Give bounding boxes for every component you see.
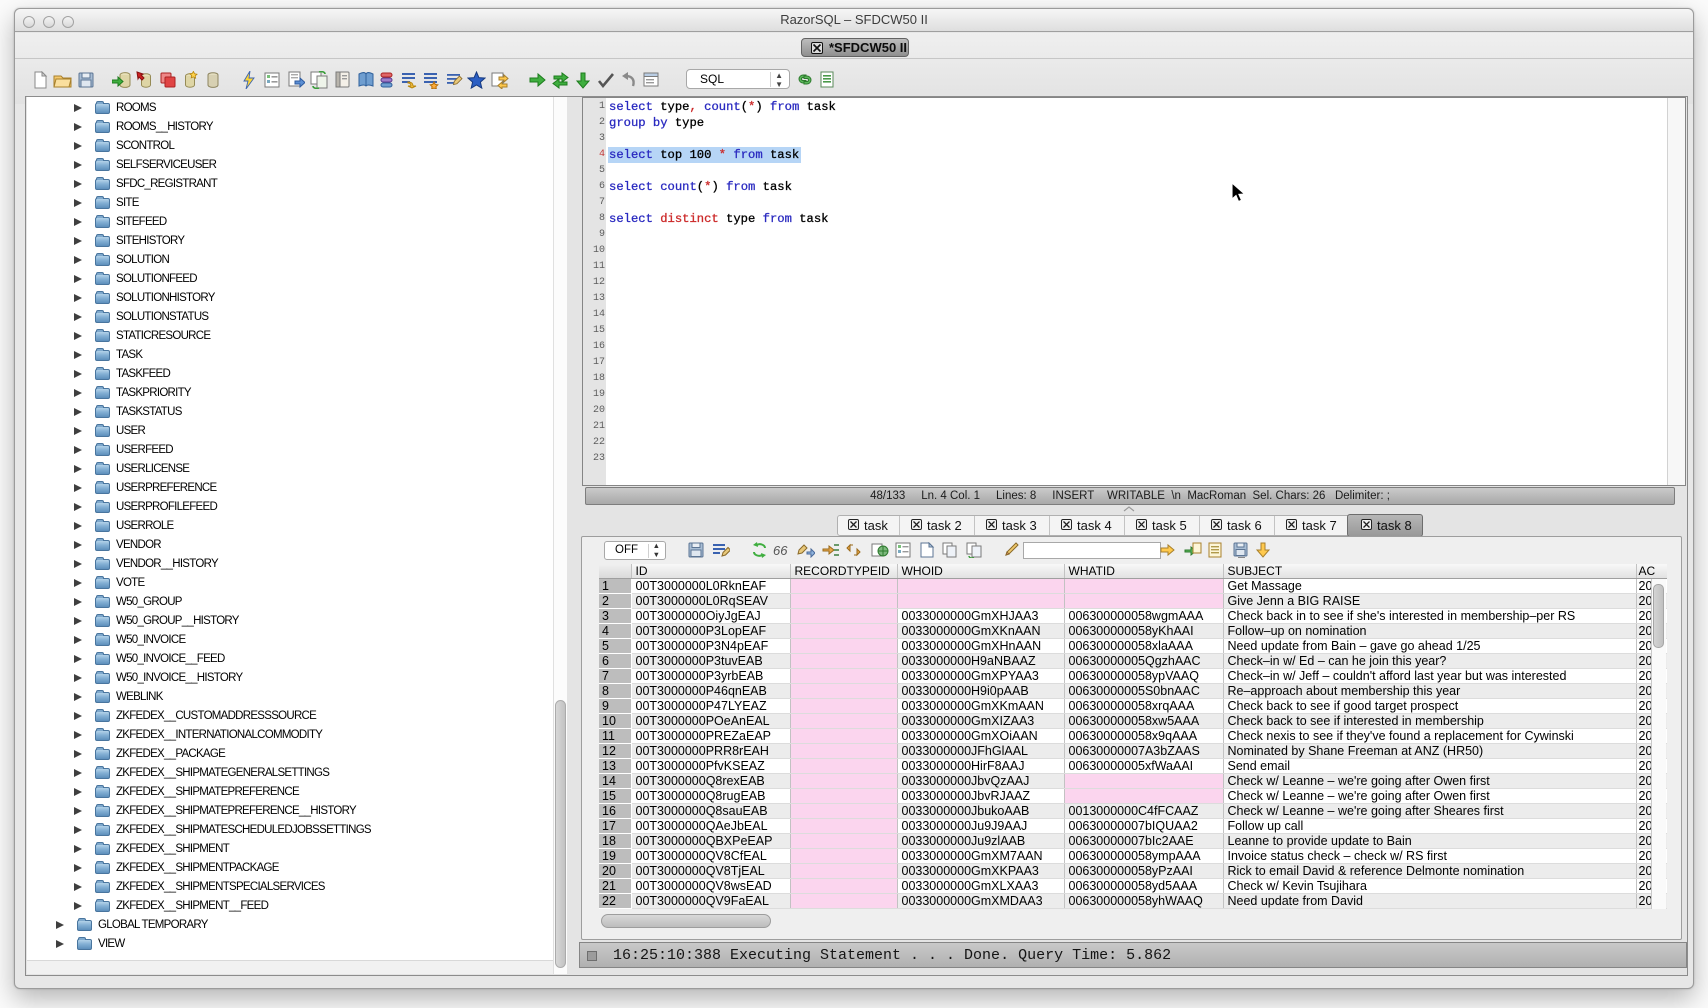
svg-text:66: 66 bbox=[773, 543, 788, 558]
